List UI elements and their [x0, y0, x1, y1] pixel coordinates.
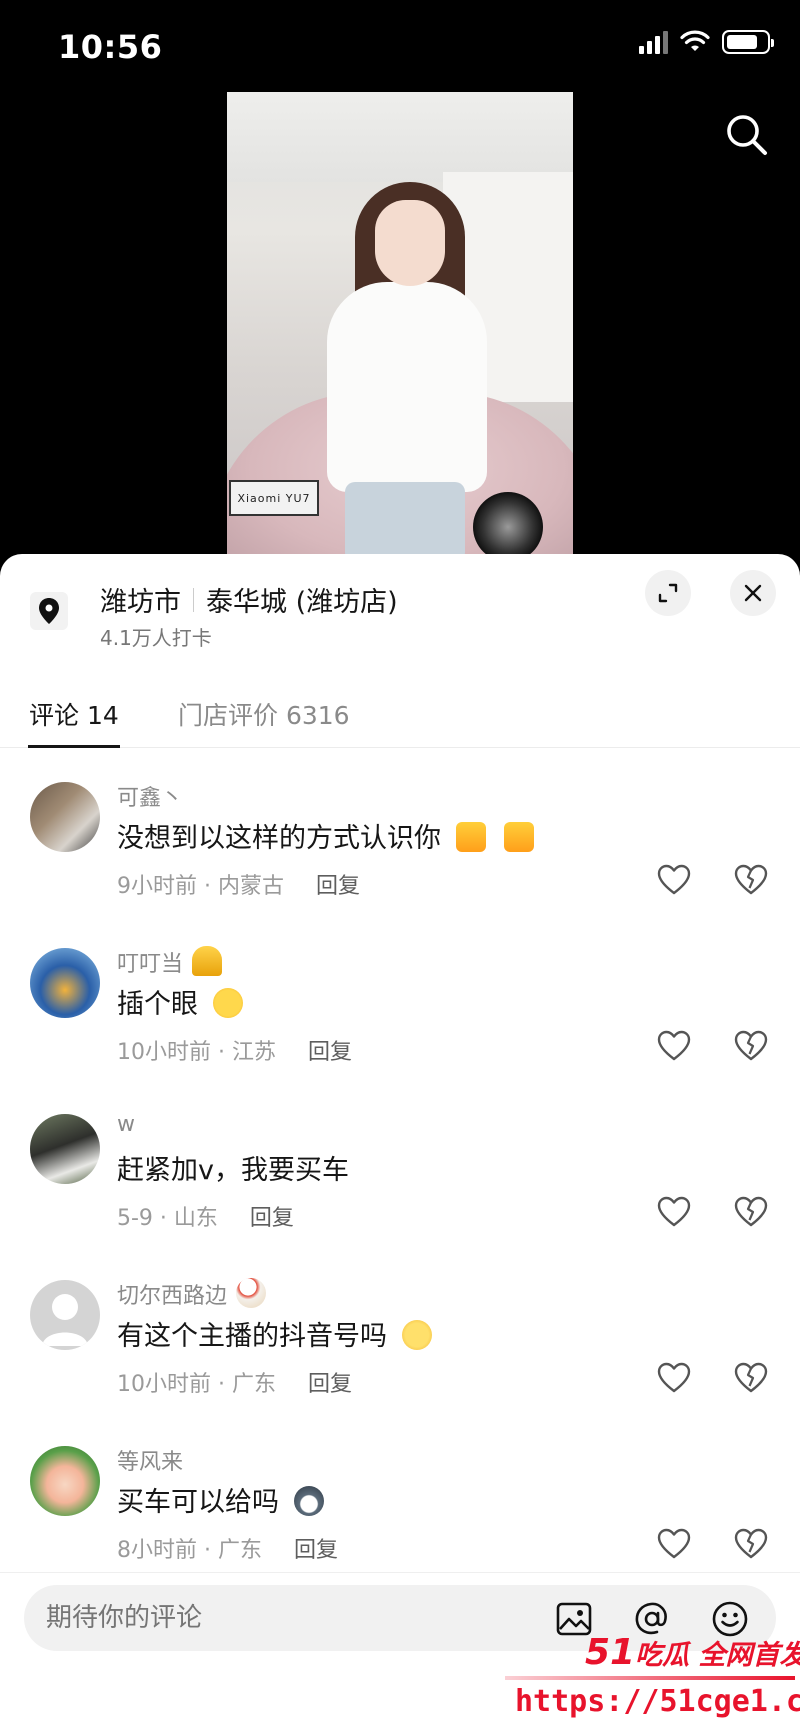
comment-text-row: 赶紧加v，我要买车	[117, 1148, 349, 1187]
comment-time-location: 8小时前 · 广东	[117, 1538, 262, 1563]
video-preview[interactable]: Xiaomi YU7	[227, 92, 573, 554]
battery-icon	[722, 30, 774, 54]
close-icon	[744, 584, 762, 602]
presenter-face	[375, 200, 445, 286]
presenter-body	[327, 282, 487, 492]
broken-heart-icon[interactable]	[733, 1526, 769, 1562]
location-store: 泰华城 (潍坊店)	[206, 587, 398, 618]
reply-button[interactable]: 回复	[308, 1034, 352, 1066]
comment-input[interactable]	[46, 1603, 466, 1633]
expand-button[interactable]	[645, 570, 691, 616]
heart-icon[interactable]	[656, 1360, 692, 1396]
comment-item: 切尔西路边 有这个主播的抖音号吗 10小时前 · 广东 回复	[0, 1252, 800, 1418]
active-tab-indicator	[28, 745, 120, 748]
comment-meta: 9小时前 · 内蒙古 回复	[117, 868, 360, 900]
tab-store-reviews[interactable]: 门店评价 6316	[178, 696, 350, 732]
comment-time-location: 5-9 · 山东	[117, 1206, 218, 1231]
watermark-url: https://51cge1.com	[515, 1684, 800, 1719]
avatar[interactable]	[30, 782, 100, 852]
location-pin-icon	[30, 592, 68, 630]
grin-emoji	[212, 988, 243, 1018]
comment-username[interactable]: 等风来	[117, 1444, 183, 1476]
comment-text-row: 插个眼	[117, 982, 243, 1021]
comment-username[interactable]: 切尔西路边	[117, 1284, 227, 1309]
license-plate: Xiaomi YU7	[229, 480, 319, 516]
thumbs-up-emoji	[504, 822, 535, 852]
broken-heart-icon[interactable]	[733, 862, 769, 898]
comment-text-row: 没想到以这样的方式认识你	[117, 816, 535, 855]
checkin-count: 4.1万人打卡	[100, 626, 212, 650]
signal-icon	[639, 30, 668, 54]
comment-text: 买车可以给吗	[117, 1487, 279, 1518]
avatar[interactable]	[30, 1446, 100, 1516]
default-avatar-icon	[42, 1294, 88, 1346]
expand-icon	[658, 583, 678, 603]
broken-heart-icon[interactable]	[733, 1028, 769, 1064]
watermark: 51吃瓜 全网首发 https://51cge1.com	[505, 1632, 800, 1731]
broken-heart-icon[interactable]	[733, 1194, 769, 1230]
comment-text: 赶紧加v，我要买车	[117, 1155, 349, 1186]
location-title[interactable]: 潍坊市 泰华城 (潍坊店)	[100, 580, 398, 619]
location-city: 潍坊市	[100, 587, 181, 618]
status-time: 10:56	[58, 28, 163, 66]
comment-item: 叮叮当 插个眼 10小时前 · 江苏 回复	[0, 920, 800, 1086]
comment-meta: 8小时前 · 广东 回复	[117, 1532, 338, 1564]
broken-heart-icon[interactable]	[733, 1360, 769, 1396]
comment-item: w 赶紧加v，我要买车 5-9 · 山东 回复	[0, 1086, 800, 1252]
title-divider	[193, 587, 194, 612]
dizzy-smile-emoji	[401, 1320, 432, 1350]
avatar[interactable]	[30, 1114, 100, 1184]
reply-button[interactable]: 回复	[250, 1200, 294, 1232]
chicken-emoji	[236, 1278, 267, 1308]
presenter-legs	[345, 482, 465, 554]
comment-text-row: 有这个主播的抖音号吗	[117, 1314, 432, 1353]
comment-text: 有这个主播的抖音号吗	[117, 1321, 387, 1352]
car-wheel	[473, 492, 543, 554]
close-button[interactable]	[730, 570, 776, 616]
search-icon[interactable]	[722, 110, 772, 160]
wifi-icon	[680, 30, 710, 51]
watermark-divider	[505, 1676, 795, 1680]
husky-emoji	[293, 1486, 324, 1516]
comment-username[interactable]: w	[117, 1112, 135, 1137]
heart-icon[interactable]	[656, 1526, 692, 1562]
comment-meta: 5-9 · 山东 回复	[117, 1200, 294, 1232]
tab-bar: 评论 14 门店评价 6316	[0, 684, 800, 748]
comment-item: 等风来 买车可以给吗 8小时前 · 广东 回复	[0, 1418, 800, 1584]
comment-time-location: 10小时前 · 江苏	[117, 1040, 276, 1065]
heart-icon[interactable]	[656, 1194, 692, 1230]
watermark-brand: 51吃瓜 全网首发	[585, 1632, 800, 1673]
comment-sheet: 潍坊市 泰华城 (潍坊店) 4.1万人打卡 评论 14 门店评价 6316 可鑫…	[0, 554, 800, 1731]
avatar[interactable]	[30, 948, 100, 1018]
watermark-brand-text: 吃瓜 全网首发	[635, 1640, 800, 1671]
thumbs-up-emoji	[455, 822, 486, 852]
watermark-brand-number: 51	[585, 1632, 636, 1673]
showroom-ceiling	[227, 92, 573, 182]
comment-text: 没想到以这样的方式认识你	[117, 823, 441, 854]
status-bar: 10:56	[0, 0, 800, 90]
tab-comments[interactable]: 评论 14	[29, 696, 119, 732]
comment-item: 可鑫丶 没想到以这样的方式认识你 9小时前 · 内蒙古 回复	[0, 754, 800, 920]
bell-emoji	[192, 946, 223, 976]
comment-time-location: 9小时前 · 内蒙古	[117, 874, 284, 899]
comment-username[interactable]: 叮叮当	[117, 952, 183, 977]
comment-meta: 10小时前 · 广东 回复	[117, 1366, 352, 1398]
reply-button[interactable]: 回复	[316, 868, 360, 900]
comment-username-row: 叮叮当	[117, 946, 223, 978]
status-icons	[639, 30, 774, 54]
heart-icon[interactable]	[656, 862, 692, 898]
comment-username[interactable]: 可鑫丶	[117, 780, 183, 812]
comment-time-location: 10小时前 · 广东	[117, 1372, 276, 1397]
heart-icon[interactable]	[656, 1028, 692, 1064]
reply-button[interactable]: 回复	[294, 1532, 338, 1564]
comment-text-row: 买车可以给吗	[117, 1480, 324, 1519]
reply-button[interactable]: 回复	[308, 1366, 352, 1398]
comment-username-row: 切尔西路边	[117, 1278, 267, 1310]
comment-meta: 10小时前 · 江苏 回复	[117, 1034, 352, 1066]
comment-text: 插个眼	[117, 989, 198, 1020]
avatar[interactable]	[30, 1280, 100, 1350]
